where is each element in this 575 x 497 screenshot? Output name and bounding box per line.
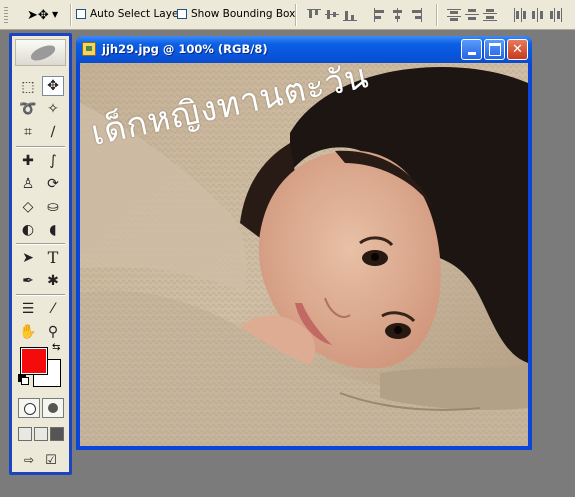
full-screen-menu-mode-icon[interactable]	[34, 427, 48, 441]
chevron-down-icon: ▼	[52, 10, 59, 19]
notes-tool-icon[interactable]: ☰	[17, 299, 39, 319]
minimize-button[interactable]	[461, 39, 482, 60]
standard-screen-mode-icon[interactable]	[18, 427, 32, 441]
type-tool-icon[interactable]: T	[42, 248, 64, 268]
maximize-button[interactable]	[484, 39, 505, 60]
distribute-left-icon[interactable]	[512, 7, 528, 23]
auto-select-checkbox-box[interactable]	[76, 9, 86, 19]
options-bar: ➤✥ ▼ Auto Select Layer Show Bounding Box	[0, 0, 575, 30]
zoom-tool-icon[interactable]: ⚲	[42, 322, 64, 342]
tool-preset-picker[interactable]: ➤✥ ▼	[22, 6, 66, 24]
align-bottom-icon[interactable]	[342, 7, 358, 23]
jump-to-imageready-icon[interactable]: ⇨	[18, 450, 40, 470]
standard-mode-button[interactable]	[18, 398, 40, 418]
auto-select-label: Auto Select Layer	[90, 8, 183, 20]
swap-colors-icon[interactable]: ⇆	[52, 342, 60, 353]
lasso-tool-icon[interactable]: ➰	[17, 99, 39, 119]
bounding-box-checkbox-box[interactable]	[177, 9, 187, 19]
move-tool-icon[interactable]: ✥	[42, 76, 64, 96]
toolbox-separator	[16, 146, 65, 148]
document-window: jjh29.jpg @ 100% (RGB/8) ✕ เด็กหญิงทานตะ…	[76, 36, 532, 450]
minimize-icon	[467, 52, 476, 55]
edit-in-imageready-icon[interactable]: ☑	[40, 450, 62, 470]
full-screen-mode-icon[interactable]	[50, 427, 64, 441]
separator	[436, 4, 438, 26]
distribute-top-icon[interactable]	[446, 7, 462, 23]
align-right-icon[interactable]	[408, 7, 424, 23]
maximize-icon	[488, 43, 501, 56]
marquee-tool-icon[interactable]: ⬚	[17, 77, 39, 97]
clone-stamp-tool-icon[interactable]: ♙	[17, 174, 39, 194]
pen-tool-icon[interactable]: ✒	[17, 271, 39, 291]
separator	[70, 4, 72, 26]
auto-select-layer-checkbox[interactable]: Auto Select Layer	[76, 8, 183, 20]
history-brush-tool-icon[interactable]: ⟳	[42, 174, 64, 194]
distribute-vertical-center-icon[interactable]	[464, 7, 480, 23]
document-title: jjh29.jpg @ 100% (RGB/8)	[102, 42, 268, 56]
align-left-icon[interactable]	[372, 7, 388, 23]
hand-tool-icon[interactable]: ✋	[17, 322, 39, 342]
toolbox-separator	[16, 243, 65, 245]
quick-mask-mode-button[interactable]	[42, 398, 64, 418]
document-icon	[82, 42, 96, 56]
show-bounding-box-checkbox[interactable]: Show Bounding Box	[177, 8, 295, 20]
blur-tool-icon[interactable]: ◐	[17, 220, 39, 240]
align-horizontal-center-icon[interactable]	[390, 7, 406, 23]
toolbox-separator	[16, 294, 65, 296]
toolbox-panel: ⬚ ✥ ➰ ✧ ⌗ ∕ ✚ ∫ ♙ ⟳ ◇ ⛀ ◐ ◖ ➤ T ✒ ✱ ☰ ⁄ …	[9, 33, 72, 475]
distribute-right-icon[interactable]	[548, 7, 564, 23]
default-colors-icon[interactable]	[18, 374, 29, 385]
foreground-color-swatch[interactable]	[20, 347, 48, 375]
close-button[interactable]: ✕	[507, 39, 528, 60]
adobe-online-button[interactable]	[15, 39, 66, 66]
slice-tool-icon[interactable]: ∕	[42, 122, 64, 142]
options-bar-grip[interactable]	[4, 6, 8, 24]
magic-wand-tool-icon[interactable]: ✧	[42, 99, 64, 119]
toolbox-body: ⬚ ✥ ➰ ✧ ⌗ ∕ ✚ ∫ ♙ ⟳ ◇ ⛀ ◐ ◖ ➤ T ✒ ✱ ☰ ⁄ …	[12, 36, 69, 472]
paint-bucket-tool-icon[interactable]: ⛀	[42, 197, 64, 217]
eyedropper-tool-icon[interactable]: ⁄	[42, 299, 64, 319]
align-top-icon[interactable]	[306, 7, 322, 23]
image-canvas[interactable]: เด็กหญิงทานตะวัน	[80, 63, 528, 446]
distribute-horizontal-center-icon[interactable]	[530, 7, 546, 23]
custom-shape-tool-icon[interactable]: ✱	[42, 271, 64, 291]
eraser-tool-icon[interactable]: ◇	[17, 197, 39, 217]
close-icon: ✕	[512, 42, 523, 57]
align-vertical-center-icon[interactable]	[324, 7, 340, 23]
document-titlebar[interactable]: jjh29.jpg @ 100% (RGB/8) ✕	[76, 36, 532, 63]
healing-brush-tool-icon[interactable]: ✚	[17, 151, 39, 171]
distribute-bottom-icon[interactable]	[482, 7, 498, 23]
crop-tool-icon[interactable]: ⌗	[17, 122, 39, 142]
separator	[295, 4, 297, 26]
move-tool-icon: ➤✥	[27, 8, 49, 23]
dodge-tool-icon[interactable]: ◖	[42, 220, 64, 240]
path-selection-tool-icon[interactable]: ➤	[17, 248, 39, 268]
bounding-box-label: Show Bounding Box	[191, 8, 296, 20]
brush-tool-icon[interactable]: ∫	[42, 151, 64, 171]
